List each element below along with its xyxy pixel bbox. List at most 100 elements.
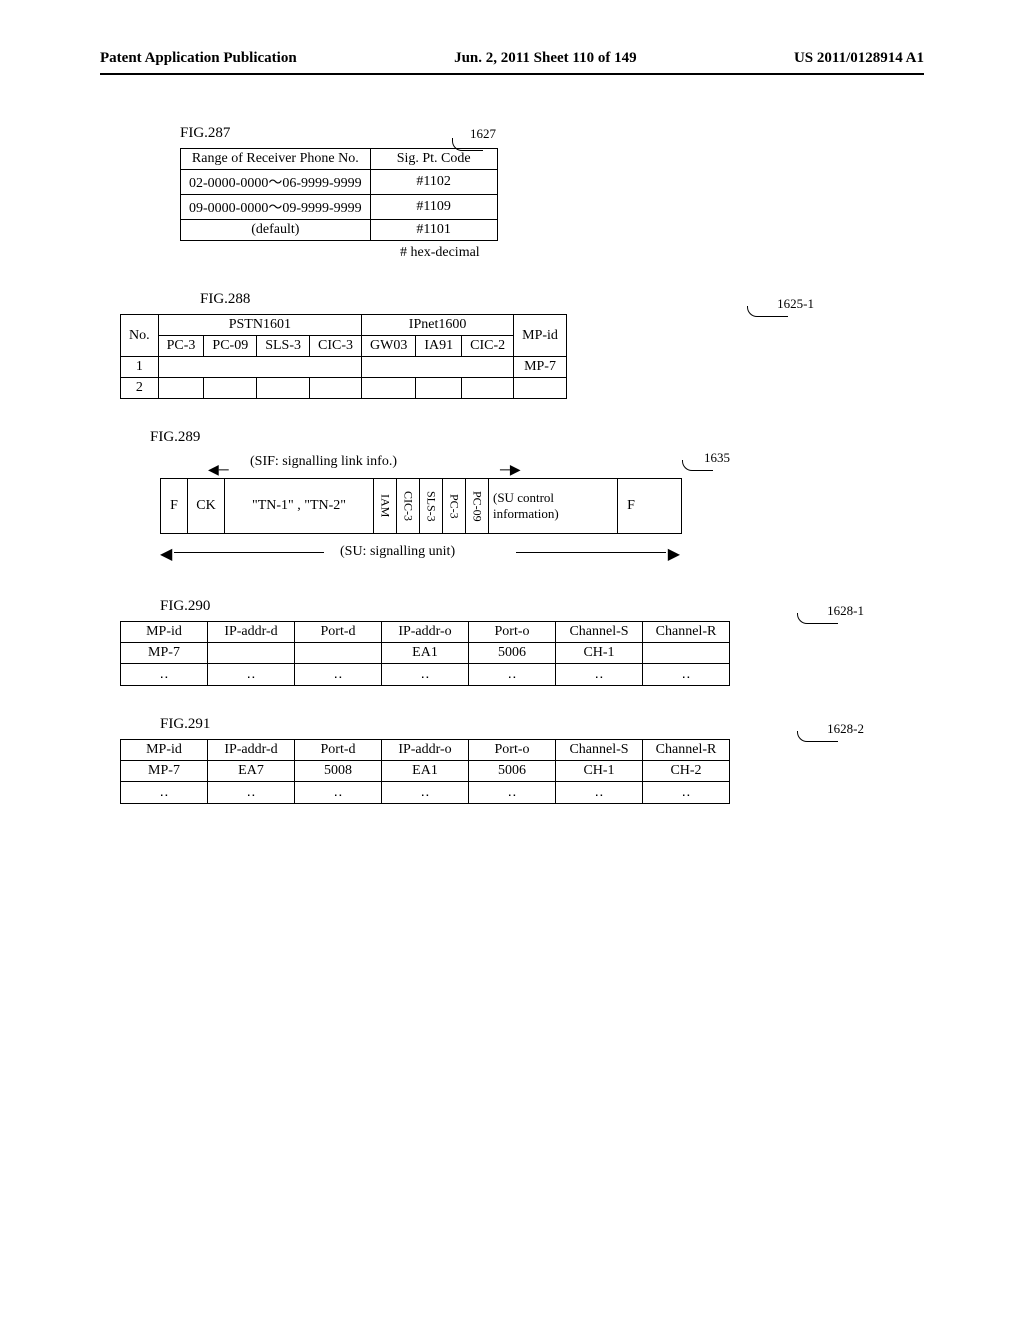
arrow-right-icon: ─▶ xyxy=(500,462,521,479)
cell: CIC-3 xyxy=(310,336,362,357)
cell: ‥ xyxy=(121,664,208,686)
th: Port-d xyxy=(295,740,382,761)
fig290-callout: 1628-1 xyxy=(827,603,864,619)
cell: MP-7 xyxy=(121,643,208,664)
cell-SU: (SU control information) xyxy=(489,479,618,533)
cell: 5008 xyxy=(295,761,382,782)
cell xyxy=(462,378,514,399)
cell xyxy=(362,357,514,378)
th: MP-id xyxy=(121,622,208,643)
hex-note: # hex-decimal xyxy=(400,245,924,261)
cell: EA1 xyxy=(382,643,469,664)
cell: 02-0000-0000〜06-9999-9999 xyxy=(181,170,371,195)
cell: ‥ xyxy=(295,782,382,804)
cell: ‥ xyxy=(121,782,208,804)
cell: CH-1 xyxy=(556,761,643,782)
cell: ‥ xyxy=(643,664,730,686)
cell: 5006 xyxy=(469,643,556,664)
cell: ‥ xyxy=(208,664,295,686)
cell xyxy=(204,378,257,399)
th: Channel-R xyxy=(643,740,730,761)
cell xyxy=(362,378,416,399)
th: IP-addr-o xyxy=(382,622,469,643)
cell: ‥ xyxy=(295,664,382,686)
cell: ‥ xyxy=(643,782,730,804)
cell: ‥ xyxy=(469,664,556,686)
fig289-label: FIG.289 xyxy=(150,429,924,446)
th: Channel-S xyxy=(556,740,643,761)
cell: PC-09 xyxy=(204,336,257,357)
th: Port-o xyxy=(469,740,556,761)
cell-TN: "TN-1" , "TN-2" xyxy=(225,479,374,533)
cell: MP-7 xyxy=(514,357,567,378)
fig289: ◀─ (SIF: signalling link info.) ─▶ 1635 … xyxy=(160,452,720,568)
cell xyxy=(158,378,204,399)
cell: CH-2 xyxy=(643,761,730,782)
cell-SLS3: SLS-3 xyxy=(420,479,443,533)
cell: #1101 xyxy=(370,220,497,241)
cell-F1: F xyxy=(161,479,188,533)
fig287-callout: 1627 xyxy=(470,126,496,142)
cell: ‥ xyxy=(556,664,643,686)
arrow-left-icon: ◀─ xyxy=(208,462,229,479)
cell: MP-7 xyxy=(121,761,208,782)
cell: ‥ xyxy=(556,782,643,804)
fig290-table: MP-id IP-addr-d Port-d IP-addr-o Port-o … xyxy=(120,621,730,686)
header-left: Patent Application Publication xyxy=(100,50,297,67)
th: Channel-S xyxy=(556,622,643,643)
arrow-left-icon: ◀ xyxy=(160,544,172,564)
th: IP-addr-d xyxy=(208,740,295,761)
cell xyxy=(416,378,462,399)
cell: (default) xyxy=(181,220,371,241)
th: IP-addr-d xyxy=(208,622,295,643)
header-center: Jun. 2, 2011 Sheet 110 of 149 xyxy=(454,50,637,67)
cell-CK: CK xyxy=(188,479,225,533)
header-right: US 2011/0128914 A1 xyxy=(794,50,924,67)
fig291: 1628-2 MP-id IP-addr-d Port-d IP-addr-o … xyxy=(120,739,924,804)
th: MP-id xyxy=(121,740,208,761)
cell xyxy=(158,357,361,378)
cell: ‥ xyxy=(208,782,295,804)
su-text: (SU: signalling unit) xyxy=(340,544,455,560)
cell xyxy=(295,643,382,664)
cell: 09-0000-0000〜09-9999-9999 xyxy=(181,195,371,220)
fig291-table: MP-id IP-addr-d Port-d IP-addr-o Port-o … xyxy=(120,739,730,804)
cell: 1 xyxy=(121,357,159,378)
fig288-label: FIG.288 xyxy=(200,291,924,308)
cell-F2: F xyxy=(618,479,644,533)
cell: CH-1 xyxy=(556,643,643,664)
cell xyxy=(310,378,362,399)
sif-text: (SIF: signalling link info.) xyxy=(250,454,397,470)
cell: GW03 xyxy=(362,336,416,357)
cell: #1109 xyxy=(370,195,497,220)
fig287-table: Range of Receiver Phone No. Sig. Pt. Cod… xyxy=(180,148,498,241)
cell: #1102 xyxy=(370,170,497,195)
cell-PC09: PC-09 xyxy=(466,479,489,533)
cell xyxy=(643,643,730,664)
fig289-callout: 1635 xyxy=(704,450,730,466)
th: Channel-R xyxy=(643,622,730,643)
cell: EA1 xyxy=(382,761,469,782)
cell-CIC3: CIC-3 xyxy=(397,479,420,533)
th: IP-addr-o xyxy=(382,740,469,761)
cell: ‥ xyxy=(382,664,469,686)
fig287: 1627 Range of Receiver Phone No. Sig. Pt… xyxy=(180,148,924,261)
th: Port-d xyxy=(295,622,382,643)
fig288-table: No. PSTN1601 IPnet1600 MP-id PC-3 PC-09 … xyxy=(120,314,567,399)
cell: CIC-2 xyxy=(462,336,514,357)
th-sig: Sig. Pt. Code xyxy=(370,149,497,170)
su-arrow: ◀ (SU: signalling unit) ▶ xyxy=(160,540,680,568)
cell: ‥ xyxy=(469,782,556,804)
th: Port-o xyxy=(469,622,556,643)
cell-IAM: IAM xyxy=(374,479,397,533)
cell: EA7 xyxy=(208,761,295,782)
cell xyxy=(208,643,295,664)
cell: SLS-3 xyxy=(257,336,310,357)
cell xyxy=(257,378,310,399)
patent-page: Patent Application Publication Jun. 2, 2… xyxy=(0,0,1024,844)
sif-arrow: ◀─ (SIF: signalling link info.) ─▶ 1635 xyxy=(160,452,720,474)
cell-PC3: PC-3 xyxy=(443,479,466,533)
th-no: No. xyxy=(121,315,159,357)
fig288-callout: 1625-1 xyxy=(777,296,814,312)
th-pstn: PSTN1601 xyxy=(158,315,361,336)
